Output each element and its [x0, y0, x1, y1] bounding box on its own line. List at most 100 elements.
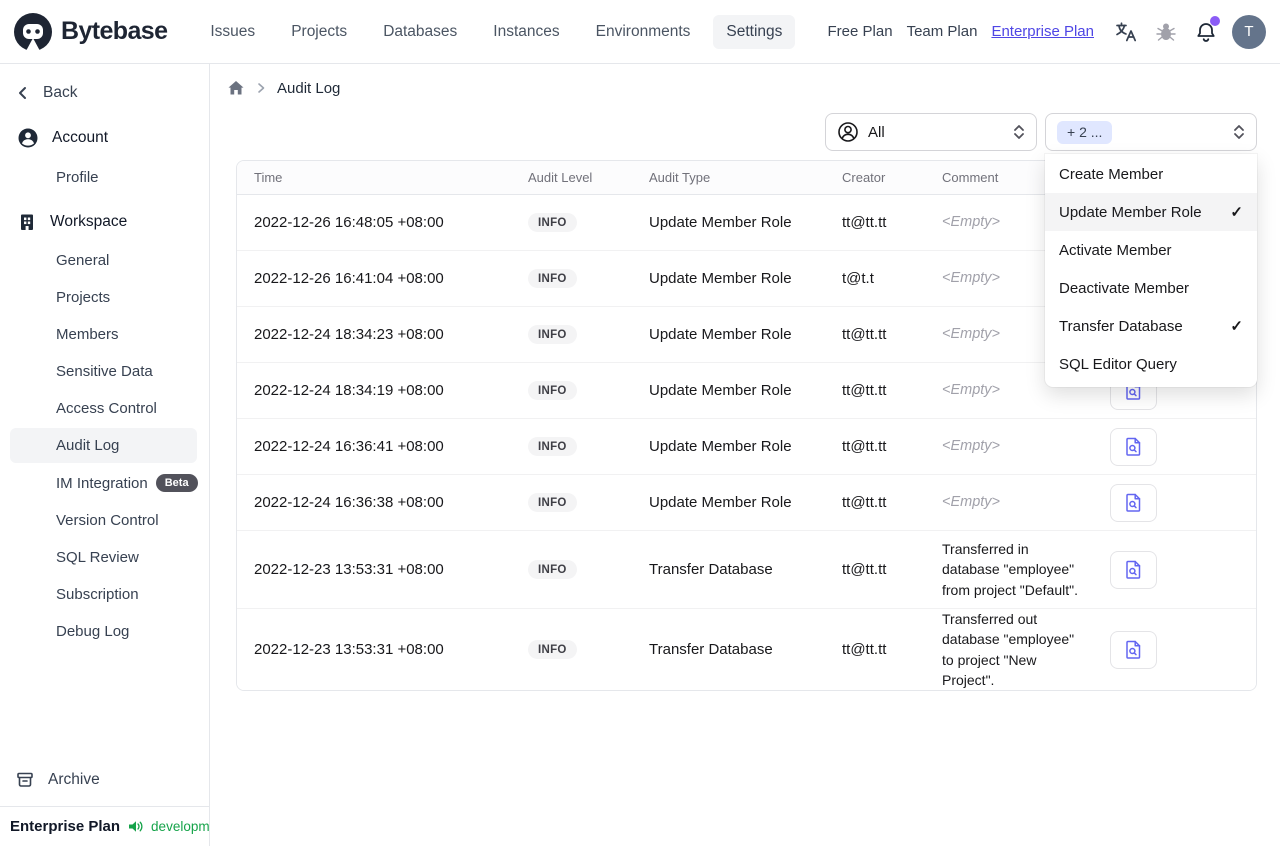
sidebar-item-label: Subscription [56, 586, 139, 603]
level-cell: INFO [511, 325, 632, 345]
audit-type-menu-item[interactable]: SQL Editor Query [1045, 345, 1257, 383]
creator-cell: t@t.t [842, 270, 874, 287]
document-search-icon [1123, 559, 1144, 580]
sidebar-item[interactable]: General [10, 243, 197, 278]
main-content: Audit Log All + 2 ... Time Audit Level A… [210, 64, 1280, 846]
sidebar-item[interactable]: Audit Log [10, 428, 197, 463]
sidebar-item[interactable]: Profile [10, 160, 197, 195]
sidebar-item[interactable]: Sensitive Data [10, 354, 197, 389]
audit-type-menu-item[interactable]: Transfer Database [1045, 307, 1257, 345]
archive-label: Archive [48, 771, 100, 788]
action-cell [1093, 550, 1256, 589]
top-nav: Bytebase Issues Projects Databases Instance… [0, 0, 1280, 64]
sidebar-item[interactable]: SQL Review [10, 540, 197, 575]
view-detail-button[interactable] [1110, 630, 1157, 669]
plan-link[interactable]: Team Plan [907, 23, 978, 40]
avatar[interactable]: T [1232, 14, 1266, 49]
audit-level-badge: INFO [528, 493, 577, 513]
level-cell: INFO [511, 437, 632, 457]
type-cell: Transfer Database [649, 641, 773, 659]
bytebase-logo[interactable]: Bytebase [14, 12, 168, 51]
audit-type-menu-item[interactable]: Update Member Role [1045, 193, 1257, 231]
bell-icon[interactable] [1192, 15, 1220, 46]
sidebar-item-label: IM Integration [56, 474, 148, 492]
audit-type-filter-select[interactable]: + 2 ... [1045, 113, 1257, 151]
column-header-time: Time [254, 170, 283, 185]
table-row: 2022-12-24 16:36:41 +08:00 INFO Update M… [237, 419, 1256, 475]
type-cell: Update Member Role [649, 382, 792, 399]
column-header-audit-level: Audit Level [528, 170, 593, 185]
home-icon[interactable] [227, 79, 245, 97]
sidebar-item[interactable]: IM Integration Beta [10, 465, 198, 501]
action-cell [1093, 483, 1256, 522]
document-search-icon [1123, 436, 1144, 457]
sidebar-group-account: Account [0, 118, 209, 158]
sidebar-item[interactable]: Subscription [10, 577, 197, 612]
creator-cell: tt@tt.tt [842, 641, 887, 659]
back-button[interactable]: Back [0, 78, 209, 118]
comment-cell: <Empty> [942, 493, 1001, 510]
view-detail-button[interactable] [1110, 550, 1157, 589]
column-header-audit-type: Audit Type [649, 170, 711, 185]
level-cell: INFO [511, 493, 632, 513]
audit-type-menu-item[interactable]: Create Member [1045, 155, 1257, 193]
page-title: Audit Log [277, 79, 341, 97]
sidebar-item[interactable]: Projects [10, 280, 197, 315]
nav-link[interactable]: Databases [370, 15, 470, 49]
audit-level-badge: INFO [528, 325, 577, 345]
comment-cell: Transferred in database "employee" from … [942, 541, 1078, 598]
document-search-icon [1123, 639, 1144, 660]
current-plan-label: Enterprise Plan [10, 818, 121, 835]
plan-labels: Free Plan Team Plan Enterprise Plan [828, 23, 1094, 40]
bytebase-logo-icon [14, 12, 52, 51]
audit-level-badge: INFO [528, 640, 577, 660]
nav-link[interactable]: Issues [197, 15, 268, 49]
plan-link[interactable]: Enterprise Plan [991, 23, 1094, 40]
view-detail-button[interactable] [1110, 483, 1157, 522]
building-icon [17, 212, 37, 232]
check-icon [1230, 317, 1243, 335]
top-nav-right: Free Plan Team Plan Enterprise Plan T [828, 14, 1266, 49]
creator-cell: tt@tt.tt [842, 214, 887, 231]
sidebar-item[interactable]: Access Control [10, 391, 197, 426]
type-cell: Update Member Role [649, 270, 792, 287]
nav-link[interactable]: Projects [278, 15, 360, 49]
nav-link[interactable]: Settings [713, 14, 796, 49]
plan-link[interactable]: Free Plan [828, 23, 893, 40]
sidebar-item[interactable]: Debug Log [10, 614, 197, 649]
sidebar-item-label: Sensitive Data [56, 363, 153, 380]
sidebar-footer: Enterprise Plan development [0, 806, 228, 846]
notification-dot [1210, 15, 1220, 26]
sidebar-item-archive[interactable]: Archive [0, 760, 209, 806]
creator-filter-value: All [868, 123, 885, 141]
sidebar-group-label: Account [52, 129, 109, 146]
audit-level-badge: INFO [528, 381, 577, 401]
creator-cell: tt@tt.tt [842, 326, 887, 343]
menu-item-label: Update Member Role [1059, 203, 1202, 221]
nav-link[interactable]: Instances [480, 15, 572, 49]
nav-link[interactable]: Environments [583, 15, 704, 49]
menu-item-label: Create Member [1059, 165, 1164, 183]
account-items: Profile [0, 158, 209, 197]
table-row: 2022-12-23 13:53:31 +08:00 INFO Transfer… [237, 531, 1256, 609]
audit-type-menu-item[interactable]: Deactivate Member [1045, 269, 1257, 307]
comment-cell: <Empty> [942, 437, 1001, 454]
table-row: 2022-12-23 13:53:31 +08:00 INFO Transfer… [237, 609, 1256, 691]
time-cell: 2022-12-26 16:41:04 +08:00 [254, 270, 444, 287]
speaker-icon [127, 818, 144, 835]
sidebar-item-label: Debug Log [56, 623, 130, 640]
audit-type-filter-value: + 2 ... [1057, 120, 1113, 144]
breadcrumb: Audit Log [210, 64, 1280, 98]
view-detail-button[interactable] [1110, 427, 1157, 466]
translate-icon[interactable] [1112, 18, 1140, 46]
sidebar-item[interactable]: Members [10, 317, 197, 352]
bug-icon[interactable] [1152, 18, 1180, 46]
archive-icon [15, 770, 35, 790]
brand-name: Bytebase [61, 17, 168, 45]
audit-type-menu-item[interactable]: Activate Member [1045, 231, 1257, 269]
type-cell: Update Member Role [649, 214, 792, 231]
table-row: 2022-12-24 16:36:38 +08:00 INFO Update M… [237, 475, 1256, 531]
menu-item-label: SQL Editor Query [1059, 355, 1177, 373]
creator-filter-select[interactable]: All [825, 113, 1037, 151]
sidebar-item[interactable]: Version Control [10, 503, 197, 538]
